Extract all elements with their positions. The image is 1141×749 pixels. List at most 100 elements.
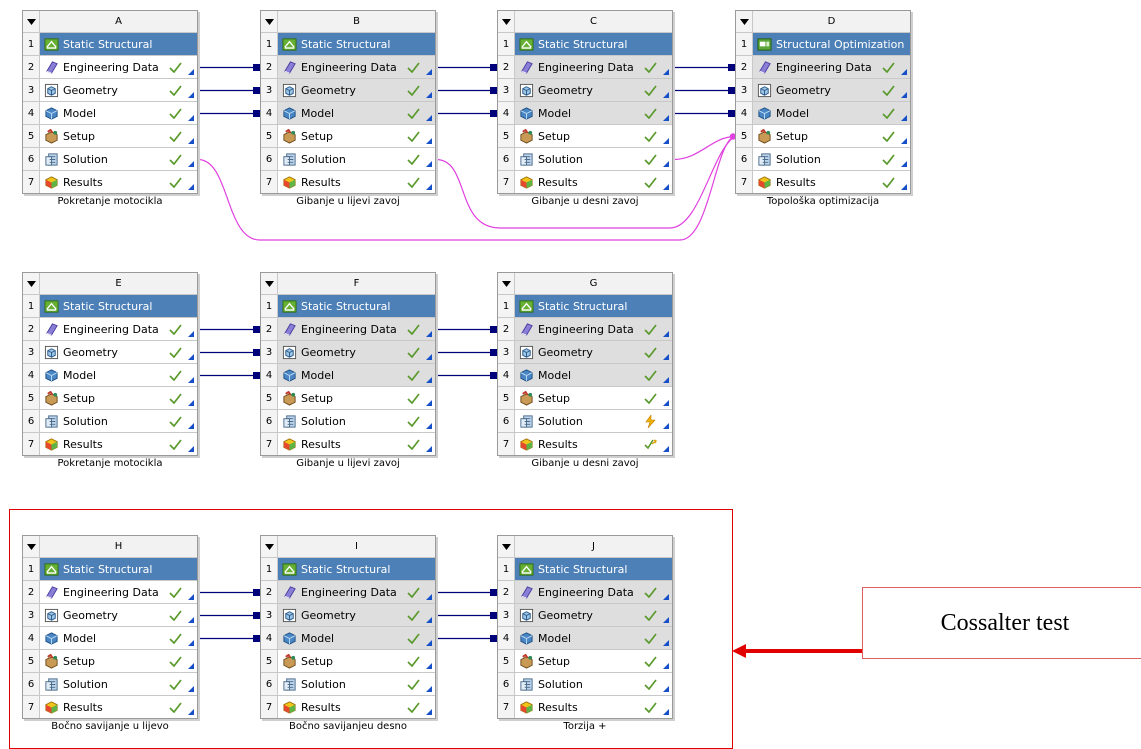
cell-engineering-data[interactable]: 2 Engineering Data — [23, 55, 197, 78]
context-corner-icon[interactable] — [658, 410, 672, 432]
cell-model[interactable]: 4 Model — [23, 101, 197, 124]
context-corner-icon[interactable] — [183, 433, 197, 455]
context-corner-icon[interactable] — [421, 604, 435, 626]
cell-results[interactable]: 7 Results — [498, 432, 672, 455]
cell-solution[interactable]: 6 Solution — [23, 147, 197, 170]
cell-engineering-data[interactable]: 2 Engineering Data — [498, 55, 672, 78]
context-corner-icon[interactable] — [183, 387, 197, 409]
context-corner-icon[interactable] — [658, 79, 672, 101]
context-corner-icon[interactable] — [421, 673, 435, 695]
cell-solution[interactable]: 6 Solution — [23, 409, 197, 432]
context-corner-icon[interactable] — [896, 148, 910, 170]
cell-results[interactable]: 7 Results — [261, 170, 435, 193]
context-corner-icon[interactable] — [421, 650, 435, 672]
system-caption[interactable]: Pokretanje motocikla — [22, 196, 198, 207]
context-corner-icon[interactable] — [421, 148, 435, 170]
cell-results[interactable]: 7 Results — [261, 432, 435, 455]
system-header[interactable]: A — [23, 11, 197, 32]
context-corner-icon[interactable] — [183, 79, 197, 101]
context-corner-icon[interactable] — [183, 627, 197, 649]
context-corner-icon[interactable] — [658, 604, 672, 626]
context-corner-icon[interactable] — [183, 125, 197, 147]
system-caption[interactable]: Gibanje u desni zavoj — [497, 458, 673, 469]
cell-model[interactable]: 4 Model — [736, 101, 910, 124]
cell-model[interactable]: 4 Model — [23, 363, 197, 386]
cell-geometry[interactable]: 3 Geometry — [261, 603, 435, 626]
cell-solution[interactable]: 6 Solution — [261, 147, 435, 170]
context-corner-icon[interactable] — [658, 627, 672, 649]
context-corner-icon[interactable] — [421, 125, 435, 147]
context-corner-icon[interactable] — [658, 673, 672, 695]
system-j[interactable]: J 1 Static Structural 2 Engineering Data 3 Geo… — [497, 535, 673, 732]
context-corner-icon[interactable] — [421, 696, 435, 718]
system-title-row[interactable]: 1 Static Structural — [261, 32, 435, 55]
cell-setup[interactable]: 5 Setup — [261, 386, 435, 409]
cell-solution[interactable]: 6 Solution — [261, 672, 435, 695]
context-corner-icon[interactable] — [421, 627, 435, 649]
cell-engineering-data[interactable]: 2 Engineering Data — [498, 317, 672, 340]
system-header[interactable]: C — [498, 11, 672, 32]
context-corner-icon[interactable] — [421, 410, 435, 432]
cell-model[interactable]: 4 Model — [498, 363, 672, 386]
cell-model[interactable]: 4 Model — [498, 626, 672, 649]
system-b[interactable]: B 1 Static Structural 2 Engineering Data 3 Geo… — [260, 10, 436, 207]
context-corner-icon[interactable] — [896, 125, 910, 147]
collapse-arrow-icon[interactable] — [261, 273, 278, 294]
cell-geometry[interactable]: 3 Geometry — [498, 340, 672, 363]
context-corner-icon[interactable] — [658, 364, 672, 386]
system-c[interactable]: C 1 Static Structural 2 Engineering Data 3 Geo… — [497, 10, 673, 207]
context-corner-icon[interactable] — [183, 696, 197, 718]
context-corner-icon[interactable] — [421, 433, 435, 455]
cell-results[interactable]: 7 Results — [23, 170, 197, 193]
system-title-row[interactable]: 1 Static Structural — [261, 557, 435, 580]
collapse-arrow-icon[interactable] — [498, 536, 515, 557]
system-title-row[interactable]: 1 Static Structural — [498, 557, 672, 580]
cell-model[interactable]: 4 Model — [261, 101, 435, 124]
system-caption[interactable]: Pokretanje motocikla — [22, 458, 198, 469]
system-title-row[interactable]: 1 Static Structural — [23, 557, 197, 580]
cell-results[interactable]: 7 Results — [23, 695, 197, 718]
context-corner-icon[interactable] — [658, 125, 672, 147]
context-corner-icon[interactable] — [421, 79, 435, 101]
cell-setup[interactable]: 5 Setup — [23, 386, 197, 409]
cell-engineering-data[interactable]: 2 Engineering Data — [261, 580, 435, 603]
context-corner-icon[interactable] — [421, 387, 435, 409]
cell-geometry[interactable]: 3 Geometry — [23, 340, 197, 363]
context-corner-icon[interactable] — [896, 171, 910, 193]
system-caption[interactable]: Torzija + — [497, 721, 673, 732]
cell-engineering-data[interactable]: 2 Engineering Data — [736, 55, 910, 78]
context-corner-icon[interactable] — [421, 364, 435, 386]
context-corner-icon[interactable] — [183, 102, 197, 124]
system-header[interactable]: B — [261, 11, 435, 32]
system-title-row[interactable]: 1 Static Structural — [498, 294, 672, 317]
context-corner-icon[interactable] — [421, 581, 435, 603]
context-corner-icon[interactable] — [183, 410, 197, 432]
collapse-arrow-icon[interactable] — [23, 273, 40, 294]
system-f[interactable]: F 1 Static Structural 2 Engineering Data 3 Geo… — [260, 272, 436, 469]
cell-results[interactable]: 7 Results — [736, 170, 910, 193]
cell-setup[interactable]: 5 Setup — [23, 649, 197, 672]
context-corner-icon[interactable] — [183, 56, 197, 78]
collapse-arrow-icon[interactable] — [23, 11, 40, 32]
cell-results[interactable]: 7 Results — [23, 432, 197, 455]
cell-setup[interactable]: 5 Setup — [498, 124, 672, 147]
cell-setup[interactable]: 5 Setup — [498, 649, 672, 672]
context-corner-icon[interactable] — [183, 650, 197, 672]
context-corner-icon[interactable] — [896, 79, 910, 101]
context-corner-icon[interactable] — [658, 318, 672, 340]
cell-geometry[interactable]: 3 Geometry — [23, 603, 197, 626]
context-corner-icon[interactable] — [183, 673, 197, 695]
cell-model[interactable]: 4 Model — [23, 626, 197, 649]
system-header[interactable]: J — [498, 536, 672, 557]
system-caption[interactable]: Topološka optimizacija — [735, 196, 911, 207]
cell-geometry[interactable]: 3 Geometry — [498, 78, 672, 101]
context-corner-icon[interactable] — [183, 604, 197, 626]
context-corner-icon[interactable] — [421, 102, 435, 124]
cell-engineering-data[interactable]: 2 Engineering Data — [261, 55, 435, 78]
cell-geometry[interactable]: 3 Geometry — [498, 603, 672, 626]
context-corner-icon[interactable] — [658, 171, 672, 193]
system-i[interactable]: I 1 Static Structural 2 Engineering Data 3 Geo… — [260, 535, 436, 732]
collapse-arrow-icon[interactable] — [261, 11, 278, 32]
collapse-arrow-icon[interactable] — [498, 11, 515, 32]
system-a[interactable]: A 1 Static Structural 2 Engineering Data 3 Geo… — [22, 10, 198, 207]
